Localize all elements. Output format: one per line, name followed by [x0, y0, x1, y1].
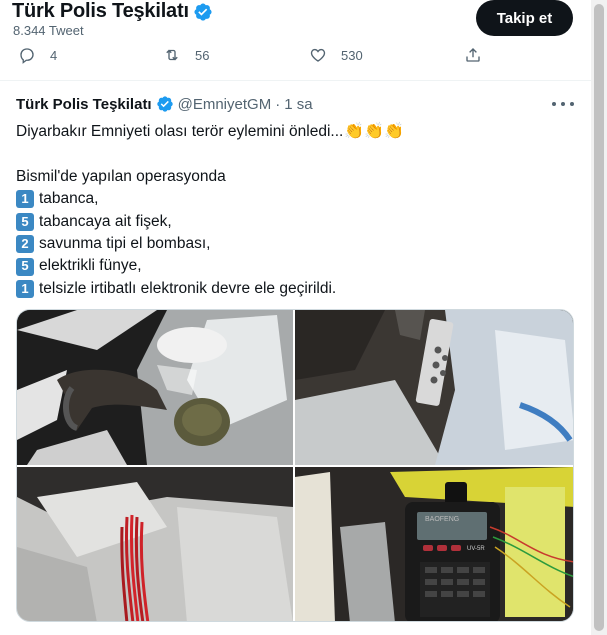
list-item-text: telsizle irtibatlı elektronik devre ele …	[39, 279, 337, 297]
reply-icon	[20, 48, 34, 64]
keycap-number-icon: 1	[16, 279, 34, 298]
scrollbar-thumb[interactable]	[594, 4, 604, 631]
list-item: 1 tabanca,	[16, 188, 576, 210]
reply-count: 4	[50, 47, 58, 63]
list-item-text: tabanca,	[39, 190, 99, 208]
list-item-text: tabancaya ait fişek,	[39, 212, 172, 230]
share-button[interactable]	[464, 45, 482, 65]
verified-badge-icon	[156, 96, 173, 112]
follow-button[interactable]: Takip et	[476, 0, 573, 36]
divider	[0, 80, 591, 81]
list-item-text: savunma tipi el bombası,	[39, 234, 211, 252]
keycap-number-icon: 2	[16, 235, 34, 254]
list-item-text: elektrikli fünye,	[39, 257, 142, 275]
scrollbar[interactable]	[591, 0, 607, 635]
tweet-count: 8.344 Tweet	[13, 23, 84, 38]
like-icon	[310, 48, 326, 62]
radio-model-label: UV-5R	[467, 546, 485, 552]
tweet-timestamp[interactable]: 1 sa	[284, 96, 312, 113]
photo-detonator[interactable]	[295, 310, 573, 465]
media-grid: BAOFENG UV-5R	[16, 309, 574, 622]
photo-pistol[interactable]	[17, 310, 293, 465]
photo-radio[interactable]: BAOFENG UV-5R	[295, 467, 573, 621]
quoted-tweet-header[interactable]: Türk Polis Teşkilatı @EmniyetGM · 1 sa	[16, 95, 313, 113]
retweet-icon	[166, 49, 178, 61]
list-item: 5 tabancaya ait fişek,	[16, 211, 576, 233]
reply-button[interactable]: 4	[18, 45, 57, 65]
like-button[interactable]: 530	[309, 45, 363, 65]
radio-brand-label: BAOFENG	[425, 516, 459, 523]
profile-header: Türk Polis Teşkilatı 8.344 Tweet Takip e…	[0, 0, 591, 45]
keycap-number-icon: 1	[16, 190, 34, 209]
more-icon[interactable]	[552, 95, 574, 113]
list-item: 2 savunma tipi el bombası,	[16, 233, 576, 255]
quoted-author-handle[interactable]: @EmniyetGM	[178, 96, 272, 113]
list-item: 5 elektrikli fünye,	[16, 255, 576, 277]
separator-dot: ·	[275, 95, 281, 113]
header-title-row: Türk Polis Teşkilatı	[12, 0, 213, 23]
profile-name: Türk Polis Teşkilatı	[12, 0, 189, 22]
text-line-2: Bismil'de yapılan operasyonda	[16, 167, 226, 185]
list-item: 1 telsizle irtibatlı elektronik devre el…	[16, 278, 576, 300]
retweet-button[interactable]: 56	[163, 45, 209, 65]
quoted-tweet-text: Diyarbakır Emniyeti olası terör eylemini…	[16, 121, 576, 300]
like-count: 530	[341, 47, 363, 63]
clap-emoji-icon: 👏👏👏	[344, 123, 405, 140]
quoted-author-name[interactable]: Türk Polis Teşkilatı	[16, 96, 152, 113]
text-line: Diyarbakır Emniyeti olası terör eylemini…	[16, 121, 576, 143]
keycap-number-icon: 5	[16, 257, 34, 276]
tweet-action-bar: 4 56 530	[0, 45, 591, 79]
keycap-number-icon: 5	[16, 212, 34, 231]
verified-badge-icon	[194, 2, 212, 21]
text-line-1: Diyarbakır Emniyeti olası terör eylemini…	[16, 123, 344, 140]
photo-wires[interactable]	[17, 467, 293, 621]
text-line: Bismil'de yapılan operasyonda	[16, 166, 576, 188]
retweet-count: 56	[195, 47, 210, 63]
share-icon	[466, 48, 480, 62]
